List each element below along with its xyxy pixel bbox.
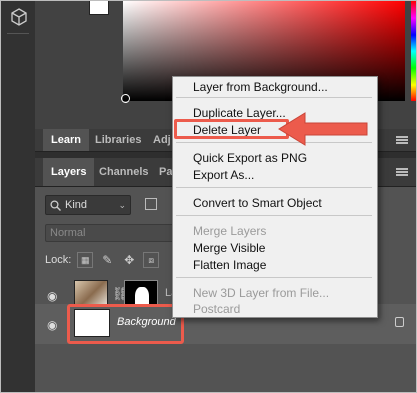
color-picker-cursor[interactable] — [121, 94, 130, 103]
tab-channels[interactable]: Channels — [91, 158, 157, 186]
menu-separator — [176, 277, 372, 278]
tool-strip — [1, 1, 36, 392]
lock-row: Lock: ▦ ✎ ✥ ⧈ — [45, 250, 160, 270]
move-icon[interactable]: ✥ — [121, 252, 137, 268]
menu-item-flatten-image[interactable]: Flatten Image — [193, 258, 266, 272]
menu-item-new-3d-layer: New 3D Layer from File... — [193, 286, 330, 300]
lock-label: Lock: — [45, 254, 72, 266]
menu-separator — [176, 97, 372, 98]
tab-libraries[interactable]: Libraries — [87, 129, 149, 151]
tab-layers[interactable]: Layers — [43, 158, 95, 186]
menu-item-merge-visible[interactable]: Merge Visible — [193, 241, 265, 255]
menu-separator — [176, 215, 372, 216]
chevron-down-icon: ⌄ — [118, 199, 126, 210]
foreground-color-swatch[interactable] — [89, 1, 109, 15]
panel-menu-icon[interactable] — [396, 136, 408, 144]
layer-filter-select[interactable]: Kind ⌄ — [45, 195, 131, 215]
menu-item-merge-layers: Merge Layers — [193, 224, 267, 238]
annotation-highlight-background — [67, 304, 184, 344]
blend-mode-select[interactable]: Normal — [45, 224, 175, 242]
brush-icon[interactable]: ✎ — [99, 252, 115, 268]
menu-item-convert-smart-object[interactable]: Convert to Smart Object — [193, 196, 322, 210]
menu-item-export-as[interactable]: Export As... — [193, 168, 254, 182]
tab-learn[interactable]: Learn — [43, 129, 89, 151]
cube-icon[interactable] — [10, 8, 28, 26]
search-icon — [50, 199, 61, 211]
menu-separator — [176, 187, 372, 188]
blend-mode-label: Normal — [50, 227, 86, 239]
color-swatches[interactable] — [89, 1, 117, 21]
menu-item-layer-from-background[interactable]: Layer from Background... — [193, 80, 328, 94]
tool-separator — [7, 33, 29, 34]
eye-icon[interactable]: ◉ — [47, 289, 57, 303]
menu-item-quick-export[interactable]: Quick Export as PNG — [193, 151, 307, 165]
eye-icon[interactable]: ◉ — [47, 318, 57, 332]
artboard-icon[interactable]: ⧈ — [143, 252, 160, 268]
lock-icon — [395, 317, 404, 327]
lock-transparent-icon[interactable]: ▦ — [77, 252, 94, 268]
filter-kind-label: Kind — [65, 199, 88, 211]
hue-slider[interactable] — [411, 1, 416, 101]
panel-menu-icon[interactable] — [396, 168, 408, 176]
app-frame: Learn Libraries Adj Layers Channels Pa K… — [0, 0, 417, 393]
annotation-arrow — [278, 112, 368, 146]
menu-item-postcard: Postcard — [193, 302, 241, 316]
image-filter-icon[interactable] — [145, 198, 157, 210]
